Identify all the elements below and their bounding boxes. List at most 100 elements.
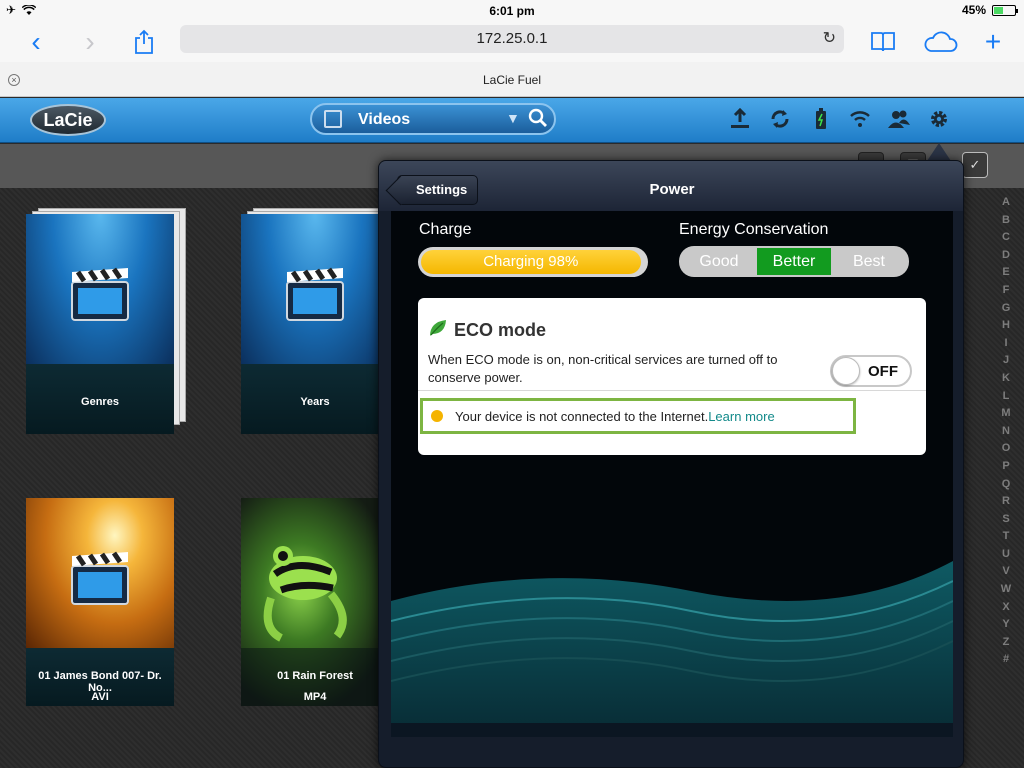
tile-caption: Genres bbox=[81, 396, 119, 408]
index-letter[interactable]: P bbox=[996, 458, 1016, 476]
tab-title[interactable]: LaCie Fuel bbox=[0, 73, 1024, 87]
alphabet-index[interactable]: A B C D E F G H I J K L M N O P Q R S T U V W X Y Z # bbox=[996, 194, 1016, 669]
index-letter[interactable]: G bbox=[996, 300, 1016, 318]
upload-icon[interactable] bbox=[727, 106, 753, 132]
toggle-knob bbox=[832, 357, 860, 385]
wifi-icon[interactable] bbox=[847, 106, 873, 132]
search-icon[interactable] bbox=[528, 108, 548, 133]
eco-mode-card: ECO mode When ECO mode is on, non-critic… bbox=[418, 298, 926, 455]
index-letter[interactable]: K bbox=[996, 370, 1016, 388]
index-letter[interactable]: Y bbox=[996, 616, 1016, 634]
chevron-down-icon[interactable]: ▼ bbox=[506, 110, 520, 126]
notice-message: Your device is not connected to the Inte… bbox=[455, 409, 775, 424]
energy-option-good[interactable]: Good bbox=[681, 248, 757, 275]
index-letter[interactable]: # bbox=[996, 651, 1016, 669]
index-letter[interactable]: E bbox=[996, 264, 1016, 282]
index-letter[interactable]: F bbox=[996, 282, 1016, 300]
energy-option-best[interactable]: Best bbox=[831, 248, 907, 275]
popover-arrow bbox=[927, 143, 951, 161]
folder-thumbnail bbox=[26, 214, 174, 364]
folder-thumbnail bbox=[241, 214, 389, 364]
battery-icon bbox=[992, 4, 1018, 16]
index-letter[interactable]: L bbox=[996, 388, 1016, 406]
tile-caption: 01 Rain Forest bbox=[277, 670, 353, 682]
leaf-icon bbox=[430, 320, 446, 336]
new-tab-icon[interactable]: + bbox=[977, 26, 1009, 58]
index-letter[interactable]: T bbox=[996, 528, 1016, 546]
internet-notice: Your device is not connected to the Inte… bbox=[420, 398, 856, 434]
media-tile[interactable]: 01 James Bond 007- Dr. No... AVI bbox=[26, 498, 174, 706]
clapperboard-icon bbox=[71, 267, 129, 321]
divider bbox=[418, 390, 926, 391]
tile-format: AVI bbox=[91, 691, 109, 703]
index-letter[interactable]: B bbox=[996, 212, 1016, 230]
icloud-tabs-icon[interactable] bbox=[922, 26, 960, 58]
battery-percent: 45% bbox=[961, 3, 986, 17]
frog-image bbox=[263, 546, 347, 642]
video-thumbnail bbox=[26, 498, 174, 648]
index-letter[interactable]: N bbox=[996, 423, 1016, 441]
tab-bar: × LaCie Fuel bbox=[0, 62, 1024, 97]
warning-dot-icon bbox=[431, 410, 443, 422]
bookmarks-icon[interactable] bbox=[867, 26, 899, 58]
back-icon[interactable]: ‹ bbox=[20, 26, 52, 58]
toggle-state: OFF bbox=[868, 363, 898, 380]
power-popover: Settings Power Charge Charging 98% Energ… bbox=[378, 160, 964, 768]
status-right: 45% bbox=[961, 3, 1018, 17]
energy-segmented-control: Good Better Best bbox=[679, 246, 909, 277]
index-letter[interactable]: R bbox=[996, 493, 1016, 511]
index-letter[interactable]: D bbox=[996, 247, 1016, 265]
learn-more-link[interactable]: Learn more bbox=[708, 409, 774, 424]
category-selector[interactable]: Videos ▼ bbox=[310, 103, 556, 135]
battery-fill bbox=[994, 6, 1003, 14]
clapperboard-icon bbox=[71, 551, 129, 605]
status-time: 6:01 pm bbox=[489, 4, 535, 18]
status-bar: ✈ 6:01 pm 45% bbox=[0, 0, 1024, 22]
category-label: Videos bbox=[358, 111, 411, 128]
index-letter[interactable]: O bbox=[996, 440, 1016, 458]
users-icon[interactable] bbox=[886, 106, 912, 132]
index-letter[interactable]: V bbox=[996, 563, 1016, 581]
tile-caption: Years bbox=[300, 396, 330, 408]
energy-label: Energy Conservation bbox=[679, 221, 829, 238]
charge-progress: Charging 98% bbox=[418, 247, 648, 277]
index-letter[interactable]: Q bbox=[996, 476, 1016, 494]
film-icon bbox=[324, 110, 342, 128]
app-header: LaCie Videos ▼ bbox=[0, 98, 1024, 143]
sync-icon[interactable] bbox=[767, 106, 793, 132]
battery-status-icon[interactable] bbox=[808, 106, 834, 132]
eco-mode-title: ECO mode bbox=[454, 320, 547, 340]
notice-text: Your device is not connected to the Inte… bbox=[455, 409, 709, 424]
clapperboard-icon bbox=[286, 267, 344, 321]
browser-toolbar: ‹ › 172.25.0.1 ↻ + bbox=[0, 22, 1024, 62]
energy-option-better[interactable]: Better bbox=[757, 248, 831, 275]
index-letter[interactable]: J bbox=[996, 352, 1016, 370]
charge-fill: Charging 98% bbox=[421, 250, 641, 274]
gear-icon[interactable] bbox=[926, 106, 952, 132]
eco-mode-toggle[interactable]: OFF bbox=[830, 355, 912, 387]
reload-icon[interactable]: ↻ bbox=[823, 25, 836, 53]
address-bar[interactable]: 172.25.0.1 ↻ bbox=[180, 25, 844, 53]
eco-mode-description: When ECO mode is on, non-critical servic… bbox=[428, 352, 778, 385]
index-letter[interactable]: S bbox=[996, 511, 1016, 529]
forward-icon[interactable]: › bbox=[74, 26, 106, 58]
index-letter[interactable]: Z bbox=[996, 634, 1016, 652]
index-letter[interactable]: W bbox=[996, 581, 1016, 599]
popover-header: Settings Power bbox=[379, 161, 963, 211]
share-icon[interactable] bbox=[128, 26, 160, 58]
index-letter[interactable]: X bbox=[996, 599, 1016, 617]
index-letter[interactable]: U bbox=[996, 546, 1016, 564]
url-text: 172.25.0.1 bbox=[476, 30, 548, 47]
media-tile[interactable]: Genres bbox=[26, 208, 186, 434]
charge-label: Charge bbox=[419, 221, 472, 238]
popover-body: Charge Charging 98% Energy Conservation … bbox=[391, 211, 953, 737]
media-tile[interactable]: 01 Rain Forest MP4 bbox=[241, 498, 389, 706]
select-check-icon[interactable]: ✓ bbox=[962, 152, 988, 178]
lacie-logo: LaCie bbox=[30, 104, 106, 136]
index-letter[interactable]: A bbox=[996, 194, 1016, 212]
index-letter[interactable]: I bbox=[996, 335, 1016, 353]
media-tile[interactable]: Years bbox=[241, 208, 401, 434]
index-letter[interactable]: M bbox=[996, 405, 1016, 423]
index-letter[interactable]: H bbox=[996, 317, 1016, 335]
index-letter[interactable]: C bbox=[996, 229, 1016, 247]
